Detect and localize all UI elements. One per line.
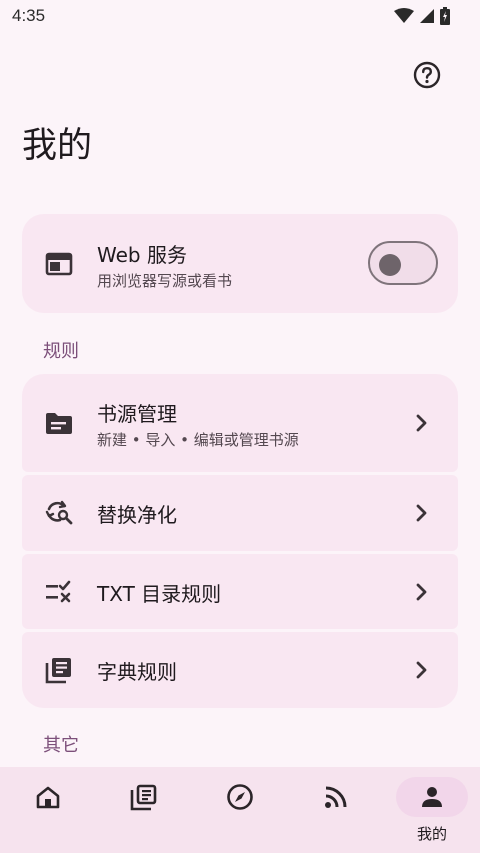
nav-pill-active [396,777,468,817]
replace-search-icon [44,498,74,528]
rule-item-title: 替换净化 [97,503,177,527]
chevron-right-icon [412,660,432,680]
nav-pill [12,777,84,817]
signal-icon [420,9,434,23]
folder-icon [44,408,74,438]
web-service-subtitle: 用浏览器写源或看书 [97,272,233,290]
status-time: 4:35 [12,6,46,25]
nav-item-home[interactable] [0,767,96,853]
nav-item-explore[interactable] [192,767,288,853]
rule-item-dictionary[interactable]: 字典规则 [22,632,458,708]
web-service-title: Web 服务 [97,243,187,267]
chevron-right-icon [412,503,432,523]
dictionary-icon [44,655,74,685]
nav-pill [108,777,180,817]
status-bar: 4:35 [0,0,480,34]
rule-item-txt-toc[interactable]: TXT 目录规则 [22,554,458,629]
rule-item-title: 字典规则 [97,660,177,684]
home-icon [36,786,60,809]
rule-item-book-source[interactable]: 书源管理 新建 • 导入 • 编辑或管理书源 [22,374,458,472]
compass-icon [227,784,253,810]
chevron-right-icon [412,413,432,433]
nav-item-my[interactable]: 我的 [384,767,480,853]
section-label-other: 其它 [43,735,79,756]
help-button[interactable] [409,57,445,93]
status-icons [394,7,450,25]
rss-icon [325,786,347,808]
my-page-screen: 4:35 我的 Web 服务 用浏览器写源或看书 规则 书源管理 新建 • 导入… [0,0,480,853]
rule-item-title: 书源管理 [97,402,177,426]
help-circle-icon [413,61,441,89]
rule-item-subtitle: 新建 • 导入 • 编辑或管理书源 [97,431,299,449]
rule-item-title: TXT 目录规则 [97,582,222,606]
chevron-right-icon [412,582,432,602]
nav-item-library[interactable] [96,767,192,853]
nav-item-rss[interactable] [288,767,384,853]
person-icon [422,787,442,807]
battery-icon [440,7,450,25]
section-label-rules: 规则 [43,341,79,362]
web-service-toggle[interactable] [368,241,438,285]
page-title: 我的 [22,126,93,166]
nav-label-my: 我的 [416,825,447,843]
nav-pill [204,777,276,817]
toc-rule-icon [44,577,74,607]
web-service-card[interactable]: Web 服务 用浏览器写源或看书 [22,214,458,313]
rule-item-replace[interactable]: 替换净化 [22,475,458,551]
toggle-knob [379,254,401,276]
bottom-navigation: 我的 [0,767,480,853]
wifi-icon [394,8,414,23]
web-window-icon [44,249,74,279]
nav-pill [300,777,372,817]
library-icon [130,784,157,811]
